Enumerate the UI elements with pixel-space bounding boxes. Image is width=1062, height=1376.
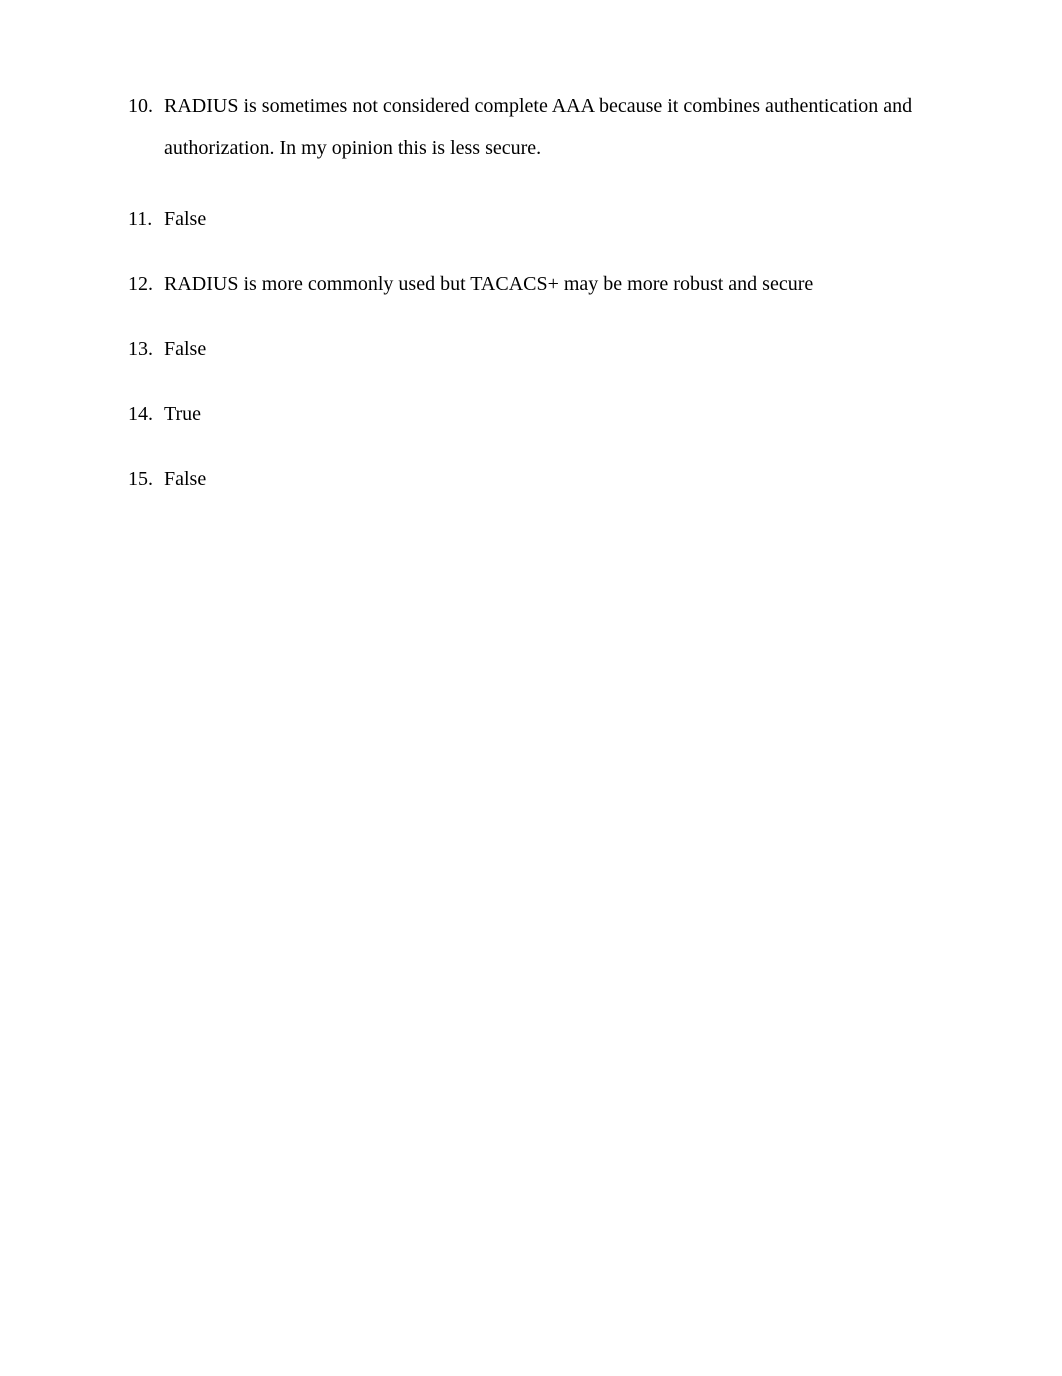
list-item: 11. False xyxy=(128,204,972,234)
answer-list: 10. RADIUS is sometimes not considered c… xyxy=(128,85,972,494)
list-item: 10. RADIUS is sometimes not considered c… xyxy=(128,85,972,169)
list-item: 14. True xyxy=(128,399,972,429)
item-text: False xyxy=(162,464,972,494)
item-text: False xyxy=(162,204,972,234)
item-number: 11. xyxy=(128,204,162,234)
list-item: 12. RADIUS is more commonly used but TAC… xyxy=(128,269,972,299)
item-number: 15. xyxy=(128,464,162,494)
item-number: 14. xyxy=(128,399,162,429)
item-number: 13. xyxy=(128,334,162,364)
item-text: False xyxy=(162,334,972,364)
item-number: 10. xyxy=(128,85,162,169)
item-text: RADIUS is more commonly used but TACACS+… xyxy=(162,269,972,299)
list-item: 15. False xyxy=(128,464,972,494)
item-text: RADIUS is sometimes not considered compl… xyxy=(162,85,972,169)
item-text: True xyxy=(162,399,972,429)
document-page: 10. RADIUS is sometimes not considered c… xyxy=(0,0,1062,494)
list-item: 13. False xyxy=(128,334,972,364)
item-number: 12. xyxy=(128,269,162,299)
